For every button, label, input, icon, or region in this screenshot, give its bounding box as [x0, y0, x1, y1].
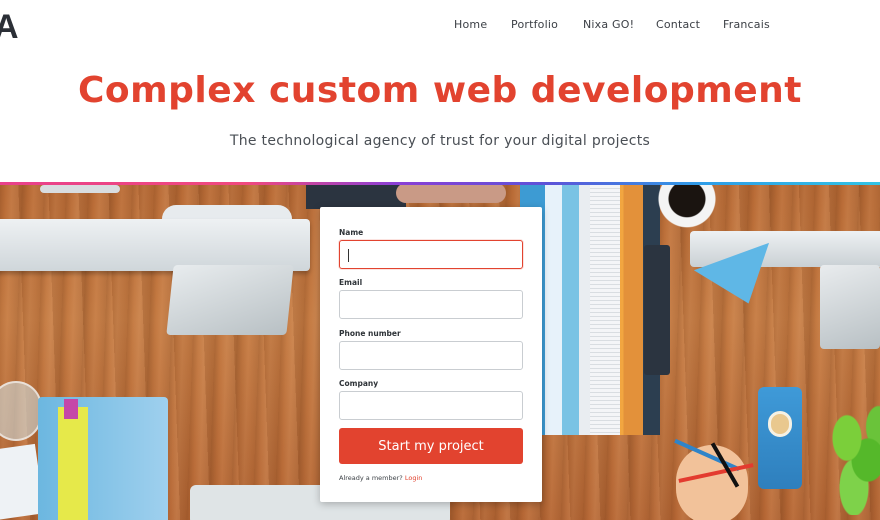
company-label: Company — [339, 379, 379, 388]
nav-item-home[interactable]: Home — [454, 18, 487, 31]
paper-stack — [590, 185, 620, 435]
member-text: Already a member? — [339, 474, 405, 482]
tape-roll — [768, 411, 792, 437]
start-project-button[interactable]: Start my project — [339, 428, 523, 464]
glass — [0, 381, 42, 441]
phone-label: Phone number — [339, 329, 401, 338]
nav-item-language[interactable]: Francais — [723, 18, 770, 31]
monitor-stand-right — [820, 265, 880, 349]
nav-item-portfolio[interactable]: Portfolio — [511, 18, 558, 31]
member-login-row: Already a member? Login — [339, 474, 422, 482]
nav-item-contact[interactable]: Contact — [656, 18, 700, 31]
folder-tab — [64, 399, 78, 419]
phone — [644, 245, 670, 375]
logo[interactable]: A — [0, 8, 19, 47]
phone-field[interactable] — [339, 341, 523, 370]
hero-subtitle: The technological agency of trust for yo… — [229, 133, 651, 149]
folder — [58, 407, 88, 520]
plant — [826, 405, 880, 515]
notebook — [306, 185, 406, 209]
email-field[interactable] — [339, 290, 523, 319]
company-field[interactable] — [339, 391, 523, 420]
name-field[interactable] — [339, 240, 523, 269]
login-link[interactable]: Login — [405, 474, 423, 482]
email-label: Email — [339, 278, 363, 287]
tape-dispenser — [758, 387, 802, 489]
hand — [396, 185, 506, 203]
hero-title: Complex custom web development — [78, 70, 802, 111]
project-form: Name Email Phone number Company Start my… — [320, 207, 542, 502]
desk-object — [40, 185, 120, 193]
nav-item-nixa-go[interactable]: Nixa GO! — [583, 18, 634, 31]
coffee-cup — [654, 185, 720, 231]
monitor-stand-left — [166, 265, 294, 335]
text-caret — [348, 249, 349, 262]
monitor-left — [0, 219, 310, 271]
name-label: Name — [339, 228, 364, 237]
